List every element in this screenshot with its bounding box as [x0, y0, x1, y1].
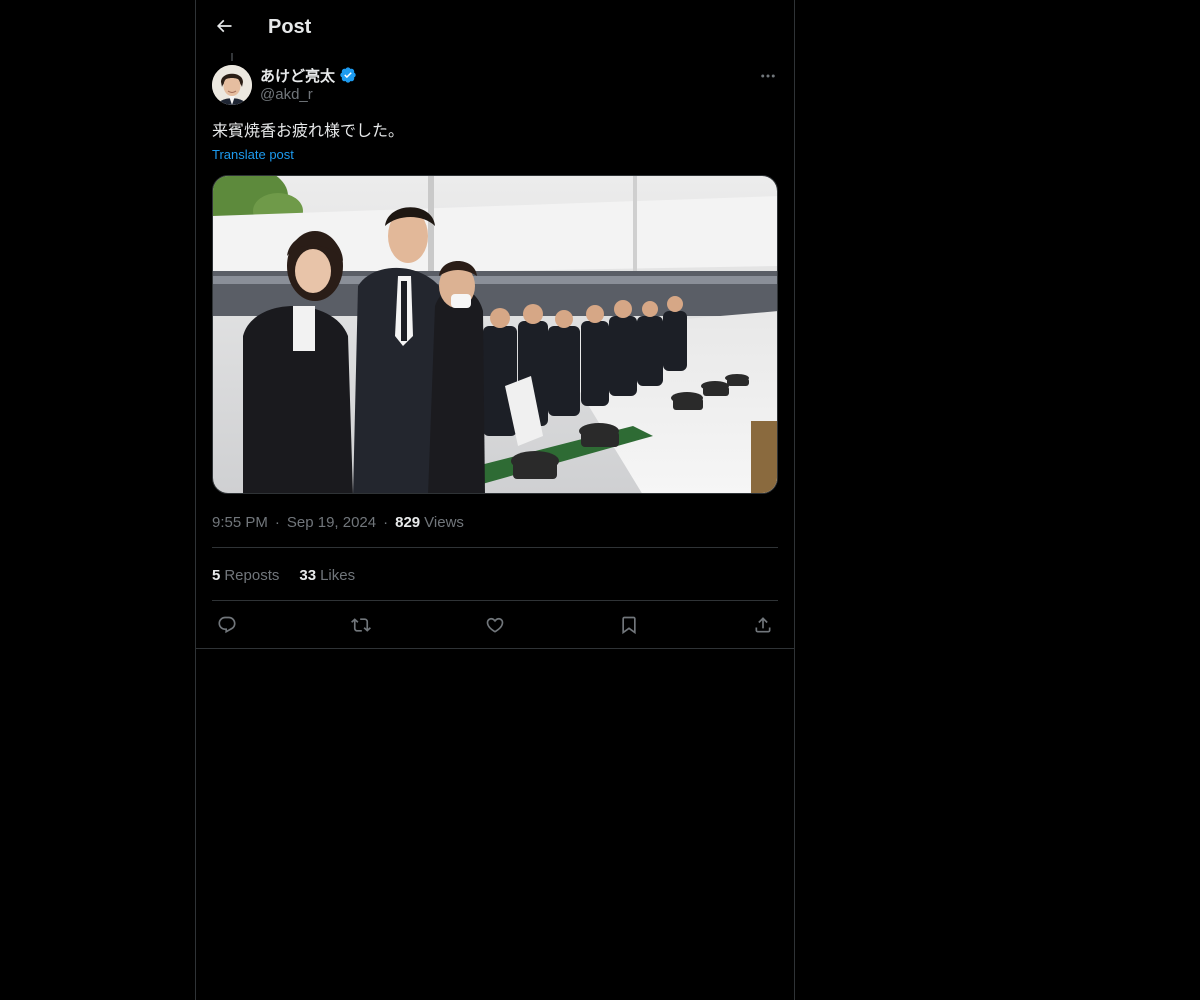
- avatar-image: [212, 65, 252, 105]
- post-time[interactable]: 9:55 PM: [212, 514, 268, 531]
- page-header: Post: [196, 0, 794, 53]
- views-label: Views: [424, 513, 464, 531]
- likes-stat[interactable]: 33 Likes: [299, 567, 355, 584]
- likes-label: Likes: [320, 566, 356, 584]
- author-handle[interactable]: @akd_r: [260, 86, 313, 103]
- meta-separator: ·: [383, 513, 389, 531]
- photo-image: [213, 176, 777, 493]
- views-count: 829: [395, 513, 421, 531]
- reposts-label: Reposts: [224, 566, 280, 584]
- author-display-name[interactable]: あけど亮太: [260, 65, 335, 86]
- heart-icon: [486, 617, 504, 633]
- meta-separator: ·: [274, 513, 280, 531]
- more-dots-icon: [761, 74, 775, 78]
- reply-icon: [218, 616, 236, 634]
- reposts-stat[interactable]: 5 Reposts: [212, 567, 279, 584]
- reposts-count: 5: [212, 566, 221, 584]
- page-title: Post: [268, 16, 312, 38]
- post-metadata: 9:55 PM · Sep 19, 2024 · 829 Views: [212, 512, 464, 532]
- verified-badge-icon: [340, 67, 356, 83]
- share-icon: [755, 617, 771, 633]
- repost-icon: [351, 618, 371, 632]
- post-bottom-border: [196, 648, 794, 649]
- thread-connector-line: [231, 53, 233, 61]
- share-button[interactable]: [748, 610, 778, 640]
- post-text: 来賓焼香お疲れ様でした。: [212, 121, 405, 140]
- translate-post-link[interactable]: Translate post: [212, 147, 294, 162]
- bookmark-icon: [622, 616, 636, 635]
- back-button[interactable]: [206, 8, 242, 44]
- like-button[interactable]: [480, 610, 510, 640]
- post-date[interactable]: Sep 19, 2024: [287, 514, 376, 531]
- divider: [212, 600, 778, 601]
- avatar[interactable]: [212, 65, 252, 105]
- more-options-button[interactable]: [754, 62, 782, 90]
- author-name-row: あけど亮太: [260, 65, 357, 85]
- repost-button[interactable]: [346, 610, 376, 640]
- arrow-left-icon: [216, 19, 232, 33]
- engagement-stats: 5 Reposts 33 Likes: [212, 565, 375, 585]
- reply-button[interactable]: [212, 610, 242, 640]
- post-action-bar: [212, 610, 778, 640]
- primary-column: Post あけど亮太 @akd_r 来賓焼香お疲れ様でした。 Translate…: [195, 0, 795, 1000]
- divider: [212, 547, 778, 548]
- bookmark-button[interactable]: [614, 610, 644, 640]
- likes-count: 33: [299, 566, 317, 584]
- post-media-image[interactable]: [212, 175, 778, 494]
